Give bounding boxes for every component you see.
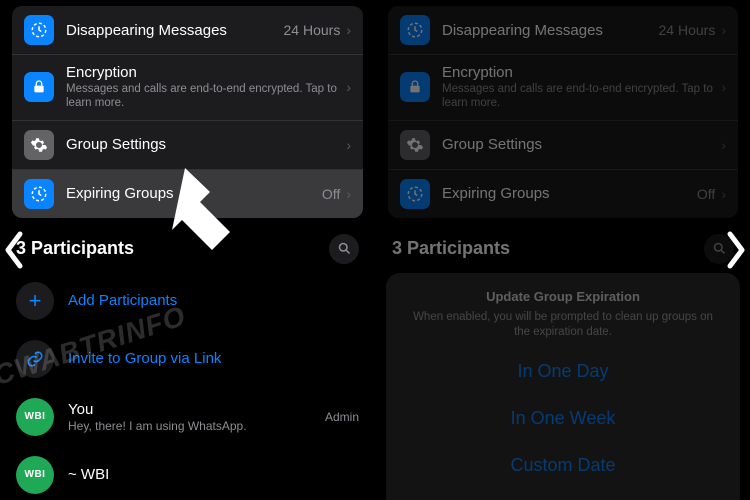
plus-icon: + (16, 282, 54, 320)
row-value: 24 Hours (659, 22, 716, 38)
chevron-right-icon: › (721, 79, 726, 95)
timer-icon (24, 179, 54, 209)
row-title: Encryption (442, 64, 721, 81)
group-settings-list: Disappearing Messages 24 Hours › Encrypt… (388, 6, 738, 218)
row-value: 24 Hours (284, 22, 341, 38)
link-icon (16, 340, 54, 378)
lock-icon (400, 72, 430, 102)
row-title: Group Settings (66, 136, 346, 153)
row-value: Off (322, 186, 340, 202)
chevron-right-icon: › (721, 186, 726, 202)
row-encryption[interactable]: Encryption Messages and calls are end-to… (12, 54, 363, 120)
row-subtitle: Messages and calls are end-to-end encryp… (66, 82, 346, 111)
sheet-title: Update Group Expiration (400, 289, 726, 304)
participant-name: ~ WBI (68, 466, 359, 483)
avatar: WBI (16, 398, 54, 436)
participants-header: 3 Participants (376, 218, 750, 272)
screenshot-left: Disappearing Messages 24 Hours › Encrypt… (0, 0, 375, 500)
chevron-right-icon: › (346, 186, 351, 202)
option-one-day[interactable]: In One Day (400, 341, 726, 386)
sheet-description: When enabled, you will be prompted to cl… (400, 310, 726, 341)
row-title: Disappearing Messages (442, 22, 659, 39)
row-group-settings[interactable]: Group Settings › (388, 120, 738, 169)
group-settings-list: Disappearing Messages 24 Hours › Encrypt… (12, 6, 363, 218)
lock-icon (24, 72, 54, 102)
row-group-settings[interactable]: Group Settings › (12, 120, 363, 169)
row-title: Group Settings (442, 136, 721, 153)
search-button[interactable] (329, 234, 359, 264)
chevron-right-icon: › (721, 22, 726, 38)
role-badge: Admin (325, 410, 359, 424)
participant-row[interactable]: WBI ~ WBI (0, 446, 375, 500)
chevron-right-icon: › (346, 22, 351, 38)
avatar: WBI (16, 456, 54, 494)
participant-row[interactable]: WBI You Hey, there! I am using WhatsApp.… (0, 388, 375, 446)
action-label: Invite to Group via Link (68, 350, 359, 367)
participants-count: 3 Participants (16, 238, 134, 259)
participant-name: You (68, 401, 325, 418)
add-participants-button[interactable]: + Add Participants (0, 272, 375, 330)
gear-icon (24, 130, 54, 160)
row-value: Off (697, 186, 715, 202)
chevron-right-icon: › (721, 137, 726, 153)
search-button[interactable] (704, 234, 734, 264)
timer-icon (400, 179, 430, 209)
action-label: Add Participants (68, 292, 359, 309)
row-title: Expiring Groups (442, 185, 697, 202)
row-title: Disappearing Messages (66, 22, 284, 39)
expiration-action-sheet: Update Group Expiration When enabled, yo… (386, 273, 740, 500)
row-expiring-groups[interactable]: Expiring Groups Off › (388, 169, 738, 218)
timer-icon (400, 15, 430, 45)
option-custom-date[interactable]: Custom Date (400, 433, 726, 480)
option-one-week[interactable]: In One Week (400, 386, 726, 433)
invite-link-button[interactable]: Invite to Group via Link (0, 330, 375, 388)
chevron-right-icon: › (346, 137, 351, 153)
row-title: Encryption (66, 64, 346, 81)
row-expiring-groups[interactable]: Expiring Groups Off › (12, 169, 363, 218)
row-disappearing-messages[interactable]: Disappearing Messages 24 Hours › (12, 6, 363, 54)
participant-status: Hey, there! I am using WhatsApp. (68, 419, 325, 433)
timer-icon (24, 15, 54, 45)
participants-count: 3 Participants (392, 238, 510, 259)
screenshot-right: Disappearing Messages 24 Hours › Encrypt… (375, 0, 750, 500)
participants-header: 3 Participants (0, 218, 375, 272)
gear-icon (400, 130, 430, 160)
row-subtitle: Messages and calls are end-to-end encryp… (442, 82, 721, 111)
row-encryption[interactable]: Encryption Messages and calls are end-to… (388, 54, 738, 120)
row-disappearing-messages[interactable]: Disappearing Messages 24 Hours › (388, 6, 738, 54)
chevron-right-icon: › (346, 79, 351, 95)
row-title: Expiring Groups (66, 185, 322, 202)
